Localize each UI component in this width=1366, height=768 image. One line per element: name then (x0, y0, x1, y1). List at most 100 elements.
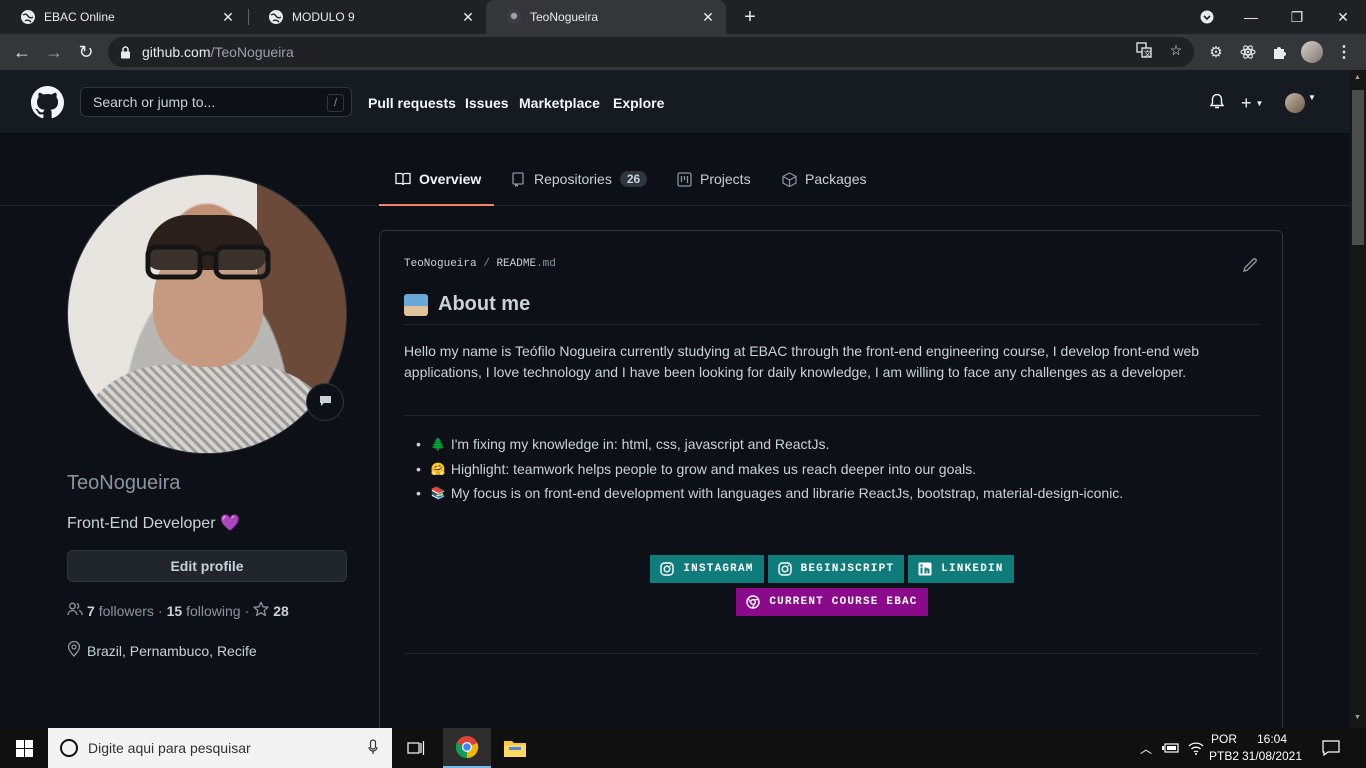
set-status-button[interactable] (306, 383, 344, 421)
search-shortcut-key: / (327, 94, 344, 112)
tab-packages[interactable]: Packages (781, 171, 866, 205)
forward-button[interactable]: → (40, 38, 68, 66)
package-icon (781, 171, 797, 187)
scroll-down-arrow[interactable]: ▼ (1354, 714, 1362, 722)
pencil-edit-icon[interactable] (1242, 257, 1258, 273)
react-devtools-icon[interactable] (1239, 43, 1257, 61)
github-logo-icon[interactable] (31, 86, 64, 119)
close-window-button[interactable]: ✕ (1320, 0, 1366, 34)
windows-start-button[interactable] (0, 728, 48, 768)
instagram-badge[interactable]: INSTAGRAM (650, 555, 764, 583)
tab-overview[interactable]: Overview (395, 171, 481, 205)
project-icon (676, 171, 692, 187)
task-view-button[interactable] (392, 728, 440, 768)
folder-icon (504, 741, 526, 757)
followers-count: 7 (87, 602, 95, 619)
beginjscript-badge[interactable]: BEGINJSCRIPT (767, 555, 905, 583)
notification-icon (1322, 740, 1340, 756)
microphone-icon[interactable] (368, 739, 378, 758)
chrome-icon (746, 595, 761, 609)
caret-down-icon[interactable]: ▼ (1308, 93, 1316, 102)
readme-file-name: README (496, 258, 537, 270)
action-center-button[interactable] (1322, 728, 1340, 768)
user-menu-avatar[interactable] (1285, 93, 1305, 113)
edit-profile-button[interactable]: Edit profile (67, 550, 347, 582)
page-scrollbar[interactable]: ▲ ▼ (1350, 70, 1366, 728)
browser-tab-ebac[interactable]: EBAC Online ✕ (0, 0, 246, 34)
show-hidden-icons[interactable]: ︿ (1140, 728, 1152, 768)
close-icon[interactable]: ✕ (460, 9, 476, 25)
browser-tab-modulo[interactable]: MODULO 9 ✕ (248, 0, 486, 34)
readme-owner-link[interactable]: TeoNogueira (404, 258, 477, 270)
browser-profile-avatar[interactable] (1301, 41, 1323, 63)
technologist-emoji-icon (404, 293, 428, 316)
stars-count: 28 (273, 602, 289, 619)
settings-gear-icon[interactable]: ⚙ (1207, 43, 1225, 61)
browser-tab-teonogueira[interactable]: TeoNogueira ✕ (486, 0, 726, 34)
profile-avatar[interactable] (67, 174, 347, 454)
instagram-icon (777, 562, 792, 576)
keyboard-layout: PTB2 (1208, 749, 1239, 763)
new-tab-button[interactable]: + (738, 5, 762, 29)
following-link[interactable]: 15 following (167, 603, 241, 619)
followers-link[interactable]: 7 followers (87, 603, 154, 619)
nav-explore[interactable]: Explore (613, 95, 664, 111)
nav-marketplace[interactable]: Marketplace (519, 95, 600, 111)
dot-separator: · (157, 602, 163, 619)
bookmark-star-icon[interactable]: ☆ (1167, 41, 1185, 59)
taskbar-chrome[interactable] (443, 728, 491, 768)
close-icon[interactable]: ✕ (220, 9, 236, 25)
extensions-puzzle-icon[interactable] (1271, 43, 1289, 61)
speech-bubble-icon (319, 394, 332, 410)
badge-label: BEGINJSCRIPT (800, 563, 895, 575)
profile-username: TeoNogueira (67, 472, 181, 494)
close-icon[interactable]: ✕ (700, 9, 716, 25)
readme-intro: Hello my name is Teófilo Nogueira curren… (404, 343, 1200, 380)
browser-menu-icon[interactable]: ⋮ (1334, 42, 1354, 62)
nav-issues[interactable]: Issues (465, 95, 509, 111)
tab-repositories[interactable]: Repositories 26 (510, 171, 648, 205)
minimize-button[interactable]: — (1228, 0, 1274, 34)
list-item-text: My focus is on front-end development wit… (450, 485, 1124, 501)
reload-button[interactable]: ↻ (72, 38, 100, 66)
wifi-icon[interactable] (1188, 728, 1204, 768)
followers-label: followers (98, 602, 154, 619)
taskbar-search-input[interactable]: Digite aqui para pesquisar (48, 728, 392, 768)
caret-down-icon: ▼ (1255, 99, 1264, 108)
battery-icon[interactable] (1162, 728, 1180, 768)
readme-file-link[interactable]: README.md (496, 258, 555, 270)
profile-location: Brazil, Pernambuco, Recife (67, 640, 257, 660)
task-view-icon (407, 741, 425, 755)
github-header: Search or jump to... / Pull requests Iss… (0, 70, 1350, 133)
taskbar-file-explorer[interactable] (491, 728, 539, 768)
github-icon (506, 9, 522, 25)
badges-area: INSTAGRAM BEGINJSCRIPT LINKEDIN CURRENT … (380, 555, 1284, 616)
repo-icon (510, 171, 526, 187)
system-clock[interactable]: 16:04 31/08/2021 (1240, 731, 1304, 765)
scrollbar-thumb[interactable] (1352, 90, 1364, 245)
instagram-icon (660, 562, 675, 576)
cortana-ring-icon (60, 739, 78, 757)
linkedin-badge[interactable]: LINKEDIN (908, 555, 1014, 583)
address-bar[interactable]: github.com/TeoNogueira (108, 37, 1194, 67)
badge-label: INSTAGRAM (683, 563, 754, 575)
tab-projects[interactable]: Projects (676, 171, 751, 205)
badge-label: LINKEDIN (941, 563, 1004, 575)
lock-icon (120, 45, 134, 59)
tab-search-button[interactable] (1184, 0, 1230, 34)
current-course-badge[interactable]: CURRENT COURSE EBAC (736, 588, 928, 616)
translate-icon[interactable]: 文 (1135, 41, 1153, 59)
nav-pull-requests[interactable]: Pull requests (368, 95, 456, 111)
stars-link[interactable]: 28 (253, 601, 289, 620)
search-input[interactable]: Search or jump to... / (80, 87, 352, 117)
following-label: following (186, 602, 241, 619)
notifications-bell-icon[interactable] (1209, 93, 1225, 110)
repositories-count-badge: 26 (619, 171, 648, 187)
scroll-up-arrow[interactable]: ▲ (1354, 74, 1362, 82)
create-new-dropdown[interactable]: + ▼ (1241, 93, 1263, 114)
divider (404, 415, 1259, 416)
tab-title: EBAC Online (44, 10, 115, 24)
restore-button[interactable]: ❐ (1274, 0, 1320, 34)
language-indicator[interactable]: POR PTB2 (1208, 731, 1240, 765)
back-button[interactable]: ← (8, 38, 36, 66)
